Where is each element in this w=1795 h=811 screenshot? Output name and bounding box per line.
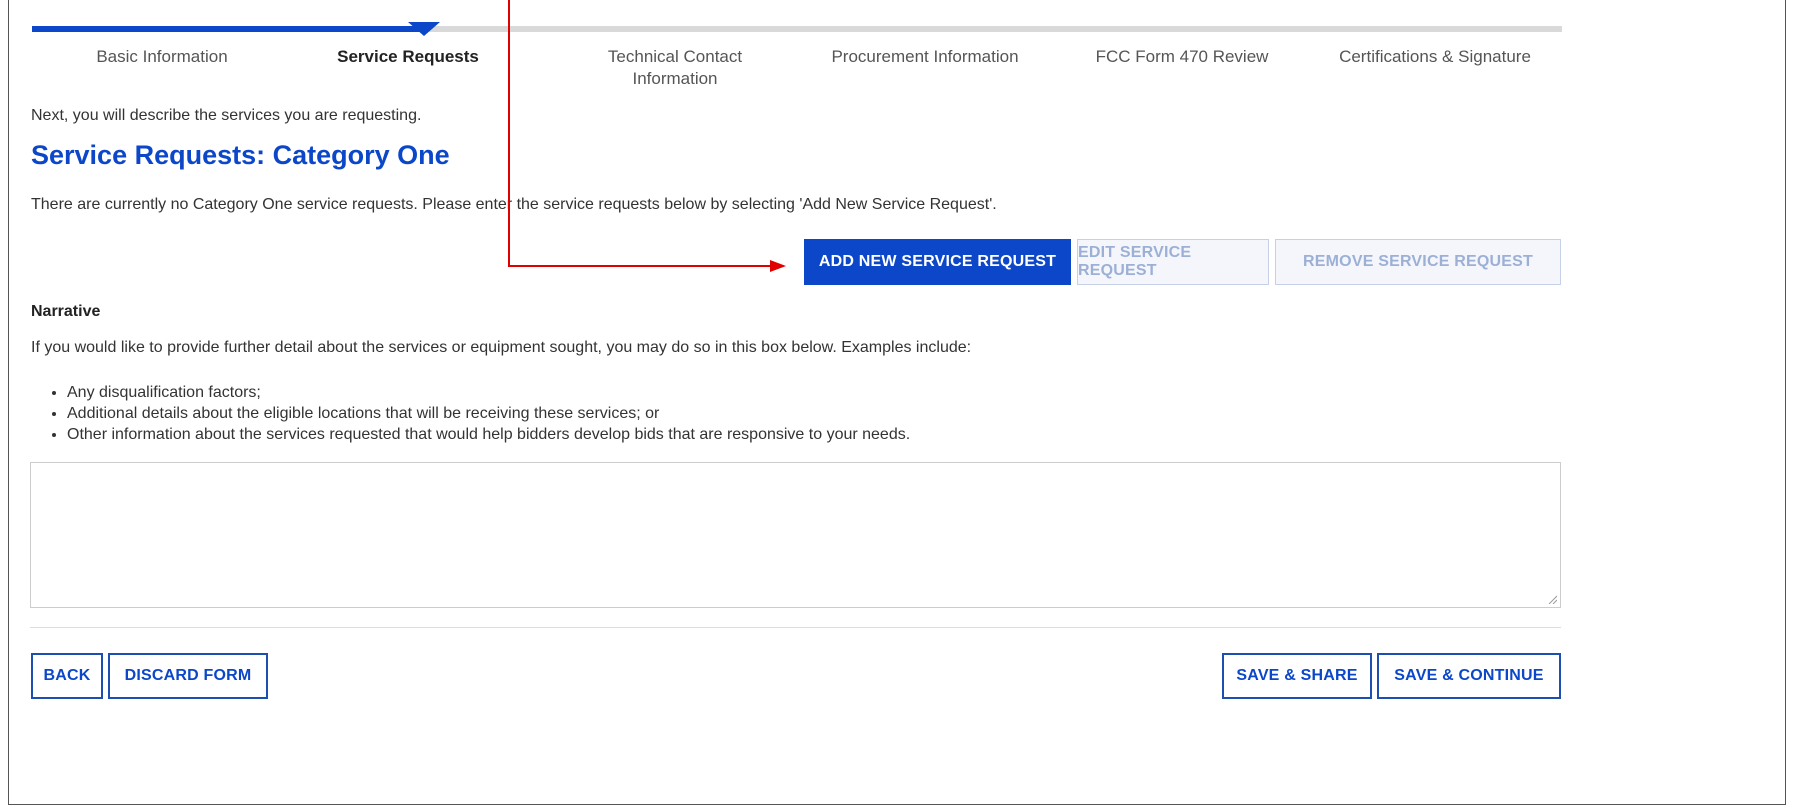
progress-bar [32,22,1562,36]
step-basic-information[interactable]: Basic Information [62,46,262,68]
add-new-service-request-button[interactable]: ADD NEW SERVICE REQUEST [804,239,1071,285]
annotation-line-vertical [508,0,510,267]
progress-fill [32,26,424,32]
list-item: Other information about the services req… [67,424,910,445]
save-share-button[interactable]: SAVE & SHARE [1222,653,1372,699]
list-item: Additional details about the eligible lo… [67,403,910,424]
save-continue-button[interactable]: SAVE & CONTINUE [1377,653,1561,699]
narrative-textarea[interactable] [30,462,1561,608]
discard-form-button[interactable]: DISCARD FORM [108,653,268,699]
empty-notice: There are currently no Category One serv… [31,196,997,213]
divider [30,627,1561,628]
remove-service-request-button[interactable]: REMOVE SERVICE REQUEST [1275,239,1561,285]
page-title: Service Requests: Category One [31,140,450,170]
narrative-description: If you would like to provide further det… [31,339,972,356]
narrative-examples-list: Any disqualification factors; Additional… [31,382,910,445]
narrative-label: Narrative [31,303,101,320]
annotation-line-horizontal [508,265,770,267]
current-step-pointer-icon [408,22,440,36]
list-item: Any disqualification factors; [67,382,910,403]
resize-grip-icon[interactable] [1547,594,1557,604]
back-button[interactable]: BACK [31,653,103,699]
step-technical-contact-information[interactable]: Technical Contact Information [575,46,775,90]
intro-text: Next, you will describe the services you… [31,107,422,124]
step-service-requests[interactable]: Service Requests [318,46,498,68]
annotation-arrowhead-icon [770,260,786,272]
step-procurement-information[interactable]: Procurement Information [805,46,1045,68]
step-certifications-signature[interactable]: Certifications & Signature [1315,46,1555,68]
edit-service-request-button[interactable]: EDIT SERVICE REQUEST [1077,239,1269,285]
step-fcc-form-470-review[interactable]: FCC Form 470 Review [1072,46,1292,68]
